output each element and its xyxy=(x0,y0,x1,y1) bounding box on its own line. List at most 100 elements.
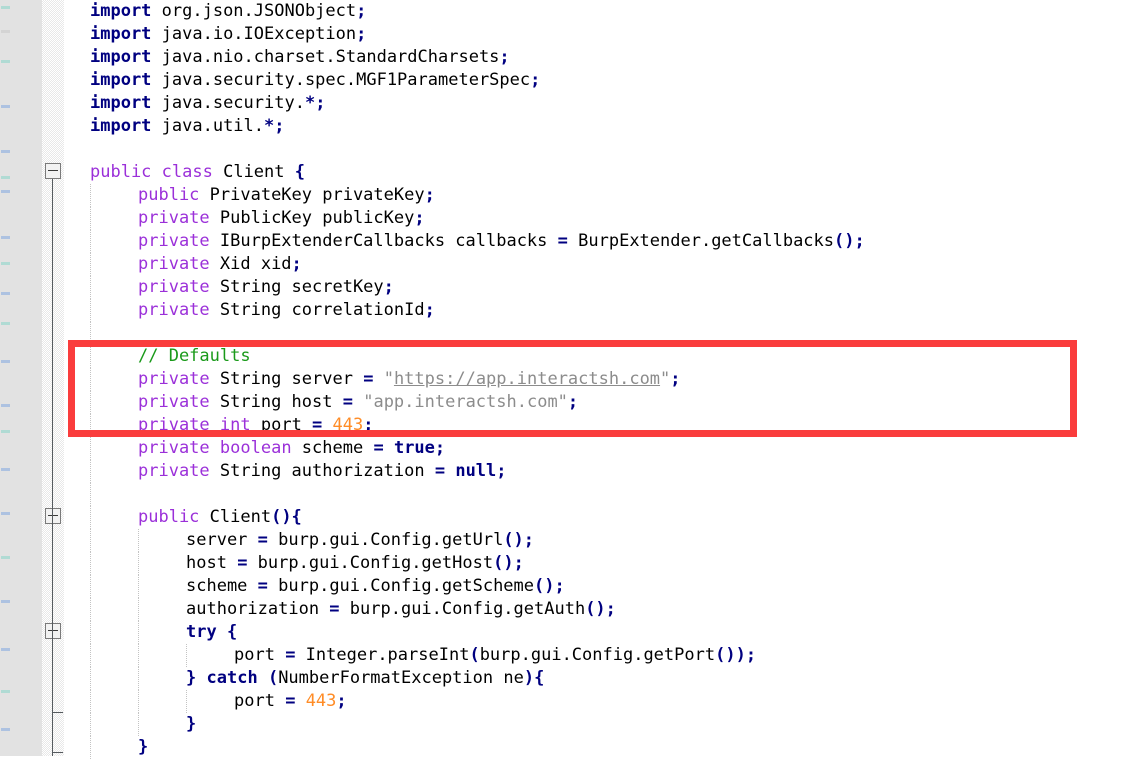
stripe-mark[interactable] xyxy=(1,600,10,603)
stripe-mark[interactable] xyxy=(1,105,10,108)
code-line[interactable] xyxy=(64,322,1142,345)
stripe-mark[interactable] xyxy=(1,430,10,433)
stripe-mark[interactable] xyxy=(1,292,10,295)
code-line[interactable]: server = burp.gui.Config.getUrl(); xyxy=(64,529,1142,552)
code-line[interactable]: try { xyxy=(64,621,1142,644)
code-token-id: String correlationId xyxy=(209,300,425,320)
code-line[interactable]: private String server = "https://app.int… xyxy=(64,368,1142,391)
code-line[interactable]: host = burp.gui.Config.getHost(); xyxy=(64,552,1142,575)
stripe-mark[interactable] xyxy=(1,648,10,651)
code-token-mod: private xyxy=(138,415,210,435)
code-token-op: ()) xyxy=(715,645,746,665)
code-line[interactable]: private String authorization = null; xyxy=(64,460,1142,483)
stripe-mark[interactable] xyxy=(1,60,10,63)
code-token-strlink[interactable]: https://app.interactsh.com xyxy=(394,369,660,389)
code-token-op: = xyxy=(557,231,568,251)
stripe-mark[interactable] xyxy=(1,6,10,9)
code-editor-content[interactable]: import org.json.JSONObject; import java.i… xyxy=(64,0,1142,759)
code-line[interactable]: import java.nio.charset.StandardCharsets… xyxy=(64,46,1142,69)
code-token-kw: null xyxy=(455,461,497,481)
code-token-id: port xyxy=(234,691,286,711)
stripe-mark[interactable] xyxy=(1,556,10,559)
code-token-id: burp.gui.Config.getHost xyxy=(247,553,494,573)
code-line[interactable]: scheme = burp.gui.Config.getScheme(); xyxy=(64,575,1142,598)
fold-toggle-icon[interactable] xyxy=(45,623,61,639)
code-line[interactable] xyxy=(64,138,1142,161)
stripe-mark[interactable] xyxy=(1,30,10,33)
code-line-text: private boolean scheme = true; xyxy=(90,438,445,458)
stripe-mark[interactable] xyxy=(1,690,10,693)
code-token-op: () xyxy=(503,530,524,550)
code-line[interactable]: } catch (NumberFormatException ne){ xyxy=(64,667,1142,690)
code-line[interactable]: public PrivateKey privateKey; xyxy=(64,184,1142,207)
code-line[interactable] xyxy=(64,483,1142,506)
code-token-id xyxy=(196,668,206,688)
code-line[interactable]: import java.util.*; xyxy=(64,115,1142,138)
code-line[interactable]: private int port = 443; xyxy=(64,414,1142,437)
stripe-mark[interactable] xyxy=(1,262,10,265)
stripe-mark[interactable] xyxy=(1,404,10,407)
code-token-op: ; xyxy=(499,47,510,67)
code-line[interactable]: } xyxy=(64,713,1142,736)
code-token-op: = xyxy=(285,645,296,665)
code-token-op: ; xyxy=(554,576,565,596)
code-token-op: ; xyxy=(523,530,535,550)
code-line[interactable]: import java.security.spec.MGF1ParameterS… xyxy=(64,69,1142,92)
stripe-mark[interactable] xyxy=(1,512,10,515)
code-token-id xyxy=(373,369,383,389)
code-line[interactable]: import java.security.*; xyxy=(64,92,1142,115)
stripe-mark[interactable] xyxy=(1,322,10,325)
code-line[interactable]: private PublicKey publicKey; xyxy=(64,207,1142,230)
code-token-op: { xyxy=(226,622,238,642)
stripe-mark[interactable] xyxy=(1,236,10,239)
code-token-id: org.json.JSONObject xyxy=(151,1,357,21)
code-line[interactable]: port = 443; xyxy=(64,690,1142,713)
stripe-mark[interactable] xyxy=(1,150,10,153)
code-line[interactable]: // Defaults xyxy=(64,345,1142,368)
code-token-id xyxy=(210,415,220,435)
code-token-op: { xyxy=(294,162,305,182)
code-line[interactable]: port = Integer.parseInt(burp.gui.Config.… xyxy=(64,644,1142,667)
code-line[interactable]: private String host = "app.interactsh.co… xyxy=(64,391,1142,414)
code-token-id: PublicKey publicKey xyxy=(209,208,415,228)
code-token-op: = xyxy=(329,599,340,619)
fold-toggle-icon[interactable] xyxy=(45,163,61,179)
code-token-op: * xyxy=(304,93,316,113)
code-line[interactable]: private boolean scheme = true; xyxy=(64,437,1142,460)
stripe-mark[interactable] xyxy=(1,190,10,193)
code-token-mod: int xyxy=(219,415,251,435)
stripe-mark[interactable] xyxy=(1,176,10,179)
code-token-id: burp.gui.Config.getUrl xyxy=(267,530,504,550)
code-line[interactable]: private String correlationId; xyxy=(64,299,1142,322)
code-folding-ribbon[interactable] xyxy=(42,0,64,756)
code-line[interactable]: import java.io.IOException; xyxy=(64,23,1142,46)
code-token-mod: private xyxy=(138,300,210,320)
code-token-id: burp.gui.Config.getPort xyxy=(479,645,716,665)
stripe-mark[interactable] xyxy=(1,468,10,471)
fold-toggle-icon[interactable] xyxy=(45,508,61,524)
code-token-op: ; xyxy=(336,691,347,711)
code-line[interactable]: authorization = burp.gui.Config.getAuth(… xyxy=(64,598,1142,621)
code-token-num: 443 xyxy=(332,415,364,435)
code-token-id: Integer.parseInt xyxy=(295,645,470,665)
code-token-id: java.security. xyxy=(151,93,305,113)
code-line-text: import java.security.spec.MGF1ParameterS… xyxy=(90,70,540,90)
code-token-op: = xyxy=(257,576,268,596)
stripe-mark[interactable] xyxy=(1,728,10,731)
code-line[interactable]: private IBurpExtenderCallbacks callbacks… xyxy=(64,230,1142,253)
code-token-op: ; xyxy=(424,300,435,320)
code-token-op: } xyxy=(138,737,149,757)
code-line[interactable]: import org.json.JSONObject; xyxy=(64,0,1142,23)
code-line[interactable]: public Client(){ xyxy=(64,506,1142,529)
code-token-mod: private xyxy=(138,254,210,274)
code-line[interactable]: private String secretKey; xyxy=(64,276,1142,299)
editor-gutter[interactable] xyxy=(12,0,42,756)
code-line[interactable]: private Xid xid; xyxy=(64,253,1142,276)
code-token-id: java.io.IOException xyxy=(151,24,357,44)
code-token-op: ; xyxy=(414,208,425,228)
stripe-mark[interactable] xyxy=(1,360,10,363)
code-line[interactable]: public class Client { xyxy=(64,161,1142,184)
code-token-op: ; xyxy=(854,231,865,251)
